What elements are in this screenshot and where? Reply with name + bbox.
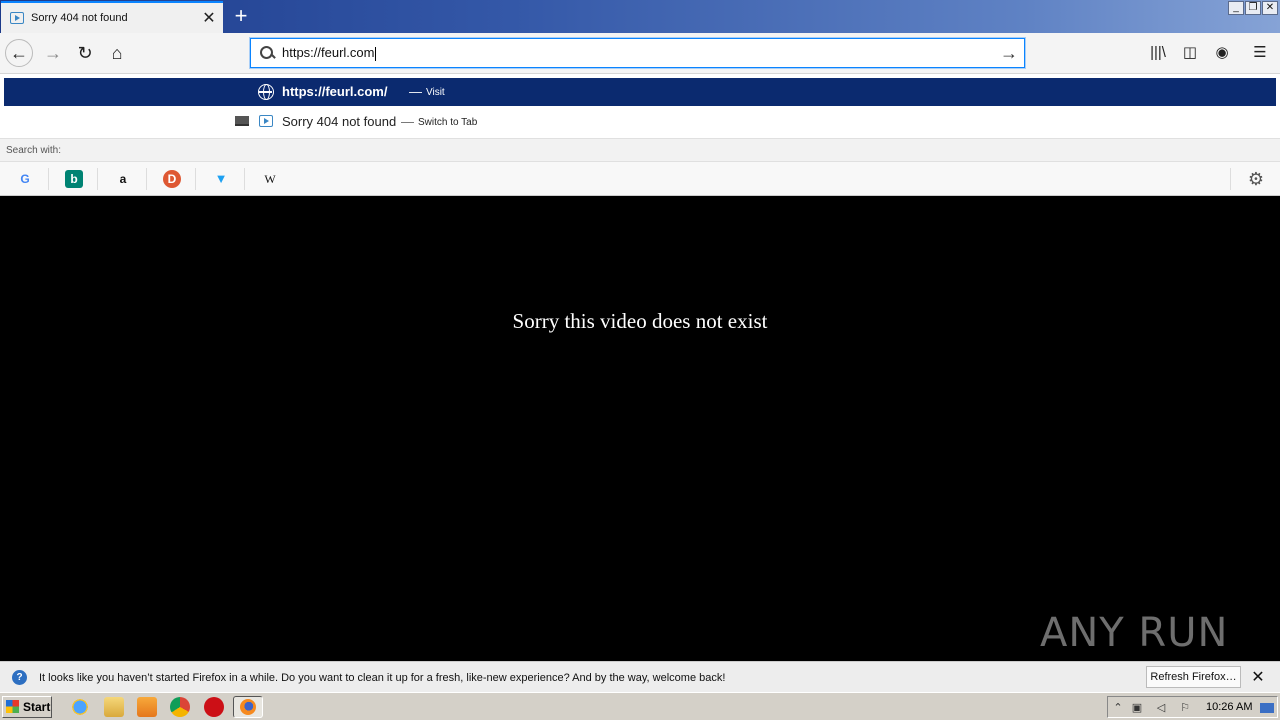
close-window-button[interactable]: ✕ [1262, 1, 1278, 15]
folder-icon[interactable] [104, 697, 124, 717]
twitter-icon[interactable]: ▼ [212, 170, 230, 188]
start-button[interactable]: Start [2, 696, 52, 718]
switch-tab-separator: — [401, 114, 414, 129]
visit-url: https://feurl.com/ [282, 84, 388, 99]
globe-icon [258, 84, 274, 100]
menu-icon[interactable]: ☰ [1248, 41, 1272, 65]
navigation-toolbar: ← → ↻ ⌂ https://feurl.com → |||\ ◫ ◉ ☰ [0, 33, 1280, 74]
video-favicon-icon [10, 12, 24, 24]
switch-tab-title: Sorry 404 not found [282, 114, 397, 129]
divider [146, 168, 147, 190]
account-icon[interactable]: ◉ [1210, 41, 1234, 65]
amazon-icon[interactable]: a [114, 170, 132, 188]
bing-icon[interactable]: b [65, 170, 83, 188]
restore-button[interactable]: ❐ [1245, 1, 1261, 15]
clock[interactable]: 10:26 AM [1206, 701, 1252, 713]
speaker-icon[interactable]: ◁ [1154, 701, 1168, 715]
anyrun-watermark-logo: ANY RUN [1040, 610, 1229, 656]
back-icon[interactable]: ← [5, 39, 33, 67]
opera-icon[interactable] [204, 697, 224, 717]
divider [195, 168, 196, 190]
network-icon[interactable]: ▣ [1130, 701, 1144, 715]
firefox-taskbar-button[interactable] [233, 696, 263, 718]
flag-icon[interactable]: ⚐ [1178, 701, 1192, 715]
go-arrow-icon[interactable]: → [998, 43, 1020, 64]
show-desktop-icon[interactable] [1260, 703, 1274, 713]
switch-tab-action: Switch to Tab [418, 117, 478, 128]
url-dropdown: https://feurl.com/ — Visit Sorry 404 not… [0, 74, 1280, 196]
title-bar: Sorry 404 not found ✕ + _ ❐ ✕ [0, 0, 1280, 33]
url-input[interactable]: https://feurl.com [282, 45, 374, 60]
notification-text: It looks like you haven’t started Firefo… [39, 672, 726, 684]
chrome-icon[interactable] [170, 697, 190, 717]
internet-explorer-icon[interactable] [70, 697, 90, 717]
divider [1230, 168, 1231, 190]
wikipedia-icon[interactable]: W [261, 170, 279, 188]
divider [48, 168, 49, 190]
system-tray: ⌃ ▣ ◁ ⚐ 10:26 AM [1107, 696, 1278, 718]
laptop-icon [235, 116, 249, 126]
google-icon[interactable]: G [16, 170, 34, 188]
video-favicon-icon [259, 115, 273, 127]
search-with-label: Search with: [0, 138, 1280, 162]
chevron-up-icon[interactable]: ⌃ [1111, 701, 1125, 715]
page-content: Sorry this video does not exist ANY RUN [0, 196, 1280, 661]
visit-suggestion-row[interactable]: https://feurl.com/ — Visit [4, 78, 1276, 106]
media-player-icon[interactable] [137, 697, 157, 717]
duckduckgo-icon[interactable]: D [163, 170, 181, 188]
tab-close-icon[interactable]: ✕ [201, 8, 217, 28]
divider [97, 168, 98, 190]
text-caret [375, 46, 377, 61]
search-icon [259, 45, 275, 61]
visit-separator: — [409, 84, 422, 99]
library-icon[interactable]: |||\ [1146, 41, 1170, 65]
error-message: Sorry this video does not exist [512, 309, 768, 333]
reload-icon[interactable]: ↻ [71, 39, 99, 67]
gear-icon[interactable]: ⚙ [1246, 169, 1266, 189]
new-tab-button[interactable]: + [229, 3, 253, 29]
home-icon[interactable]: ⌂ [103, 39, 131, 67]
divider [244, 168, 245, 190]
url-bar[interactable]: https://feurl.com → [250, 38, 1025, 68]
search-engine-bar: G b a D ▼ W ⚙ [0, 162, 1280, 196]
sidebar-icon[interactable]: ◫ [1178, 41, 1202, 65]
switch-tab-suggestion-row[interactable]: Sorry 404 not found — Switch to Tab [0, 108, 1280, 134]
question-icon: ? [12, 670, 27, 685]
firefox-icon [240, 699, 256, 715]
active-tab[interactable]: Sorry 404 not found ✕ [1, 1, 223, 33]
tab-title: Sorry 404 not found [31, 12, 128, 24]
refresh-firefox-button[interactable]: Refresh Firefox… [1146, 666, 1241, 688]
minimize-button[interactable]: _ [1228, 1, 1244, 15]
forward-icon[interactable]: → [39, 39, 67, 67]
visit-action: Visit [426, 87, 445, 98]
notification-close-icon[interactable]: ✕ [1250, 667, 1266, 687]
taskbar: Start ⌃ ▣ ◁ ⚐ 10:26 AM [0, 692, 1280, 720]
notification-bar: ? It looks like you haven’t started Fire… [0, 661, 1280, 692]
